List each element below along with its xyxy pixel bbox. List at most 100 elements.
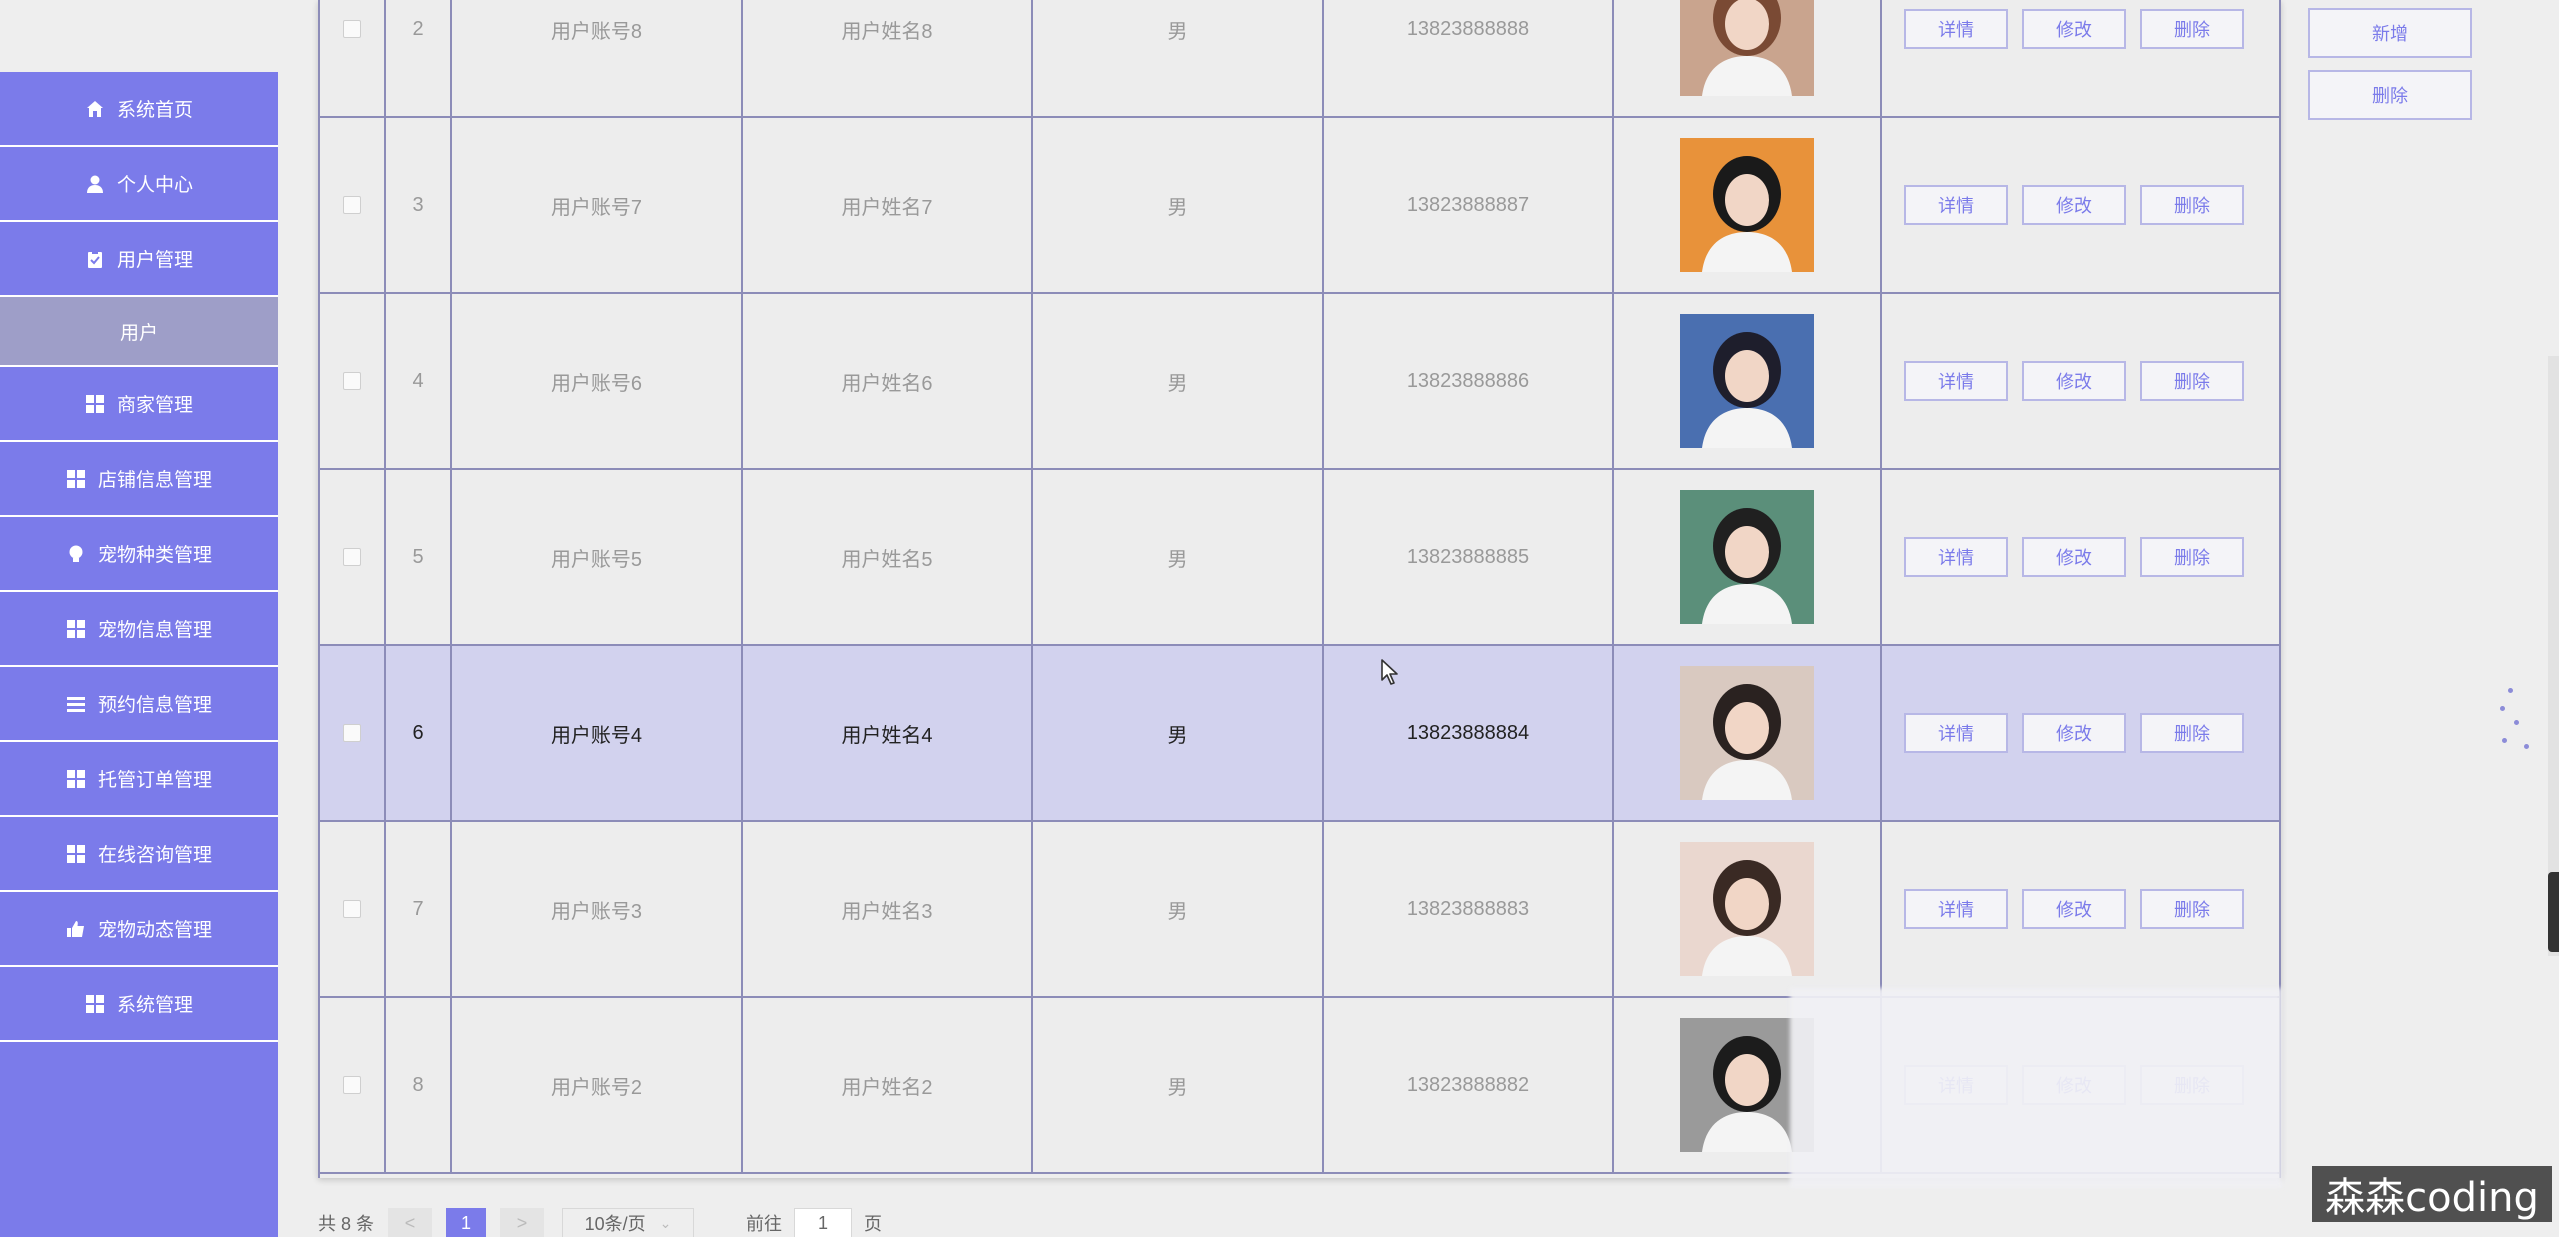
avatar <box>1680 666 1814 800</box>
user-name: 用户姓名6 <box>743 294 1033 468</box>
goto-page-input[interactable]: 1 <box>794 1208 853 1237</box>
sidebar-item[interactable]: 用户管理 <box>0 222 278 297</box>
row-checkbox[interactable] <box>343 372 361 390</box>
sidebar-item-label: 店铺信息管理 <box>97 470 212 491</box>
table-row[interactable]: 2 用户账号8 用户姓名8 男 13823888888 详情 修改 删除 <box>320 0 2279 118</box>
edit-button[interactable]: 修改 <box>2022 185 2126 225</box>
user-icon <box>85 174 105 194</box>
delete-button[interactable]: 删除 <box>2140 9 2244 49</box>
row-actions: 详情修改删除 <box>1882 118 2281 292</box>
avatar-cell <box>1614 822 1882 996</box>
row-index: 4 <box>386 294 452 468</box>
avatar-cell <box>1614 294 1882 468</box>
table-row[interactable]: 5 用户账号5 用户姓名5 男 13823888885 详情 修改 删除 <box>320 470 2279 646</box>
user-gender: 男 <box>1033 470 1324 644</box>
sidebar-item[interactable]: 预约信息管理 <box>0 667 278 742</box>
sidebar-item-label: 宠物动态管理 <box>97 920 212 941</box>
sidebar-item[interactable]: 个人中心 <box>0 147 278 222</box>
edit-button[interactable]: 修改 <box>2022 361 2126 401</box>
sidebar-item[interactable]: 宠物种类管理 <box>0 517 278 592</box>
page-number-button[interactable]: 1 <box>446 1208 487 1237</box>
edit-button[interactable]: 修改 <box>2022 889 2126 929</box>
sidebar-item-label: 用户 <box>119 322 158 344</box>
sidebar-item[interactable]: 用户 <box>0 297 278 367</box>
edit-button[interactable]: 修改 <box>2022 537 2126 577</box>
row-checkbox[interactable] <box>343 548 361 566</box>
checkbox-cell <box>320 294 386 468</box>
detail-button[interactable]: 详情 <box>1904 361 2008 401</box>
scrollbar-thumb[interactable] <box>2548 872 2559 952</box>
sidebar-item[interactable]: 系统首页 <box>0 72 278 147</box>
detail-button[interactable]: 详情 <box>1904 185 2008 225</box>
row-checkbox[interactable] <box>343 1076 361 1094</box>
sidebar-item-label: 托管订单管理 <box>97 770 212 791</box>
delete-button[interactable]: 删除 <box>2140 361 2244 401</box>
add-button[interactable]: 新增 <box>2308 8 2472 58</box>
mouse-cursor-icon <box>1380 658 1402 691</box>
prev-page-button[interactable]: < <box>388 1208 433 1237</box>
delete-button[interactable]: 删除 <box>2140 537 2244 577</box>
sidebar-item[interactable]: 宠物信息管理 <box>0 592 278 667</box>
sidebar-item[interactable]: 宠物动态管理 <box>0 892 278 967</box>
sidebar-item[interactable]: 在线咨询管理 <box>0 817 278 892</box>
detail-button[interactable]: 详情 <box>1904 537 2008 577</box>
clipboard-icon <box>85 249 105 269</box>
avatar-cell <box>1614 470 1882 644</box>
watermark: 森森coding <box>2312 1166 2552 1222</box>
grid-icon <box>66 769 86 789</box>
next-page-button[interactable]: > <box>500 1208 545 1237</box>
goto-suffix: 页 <box>864 1214 883 1234</box>
sidebar-item-label: 商家管理 <box>116 395 193 416</box>
table-row[interactable]: 7 用户账号3 用户姓名3 男 13823888883 详情 修改 删除 <box>320 822 2279 998</box>
checkbox-cell <box>320 998 386 1172</box>
row-index: 5 <box>386 470 452 644</box>
user-account: 用户账号4 <box>452 646 743 820</box>
row-checkbox[interactable] <box>343 724 361 742</box>
delete-button[interactable]: 删除 <box>2140 185 2244 225</box>
user-gender: 男 <box>1033 646 1324 820</box>
user-name: 用户姓名2 <box>743 998 1033 1172</box>
detail-button[interactable]: 详情 <box>1904 9 2008 49</box>
detail-button[interactable]: 详情 <box>1904 713 2008 753</box>
user-phone: 13823888884 <box>1324 646 1614 820</box>
sidebar-item[interactable]: 商家管理 <box>0 367 278 442</box>
delete-button[interactable]: 删除 <box>2140 889 2244 929</box>
sidebar-item-label: 个人中心 <box>116 175 193 196</box>
sidebar-item-label: 宠物种类管理 <box>97 545 212 566</box>
thumb-icon <box>66 919 86 939</box>
grid-icon <box>85 994 105 1014</box>
sidebar-item[interactable]: 店铺信息管理 <box>0 442 278 517</box>
table-row[interactable]: 4 用户账号6 用户姓名6 男 13823888886 详情 修改 删除 <box>320 294 2279 470</box>
sidebar-item[interactable]: 系统管理 <box>0 967 278 1042</box>
user-phone: 13823888886 <box>1324 294 1614 468</box>
user-name: 用户姓名3 <box>743 822 1033 996</box>
row-actions: 详情修改删除 <box>1882 646 2281 820</box>
detail-button[interactable]: 详情 <box>1904 889 2008 929</box>
user-gender: 男 <box>1033 0 1324 116</box>
user-phone: 13823888883 <box>1324 822 1614 996</box>
row-checkbox[interactable] <box>343 900 361 918</box>
table-row[interactable]: 6 用户账号4 用户姓名4 男 13823888884 详情 修改 删除 <box>320 646 2279 822</box>
edit-button[interactable]: 修改 <box>2022 9 2126 49</box>
table-row[interactable]: 3 用户账号7 用户姓名7 男 13823888887 详情 修改 删除 <box>320 118 2279 294</box>
pagination: 共 8 条 < 1 > 10条/页 ⌄ 前往 1 页 <box>318 1208 882 1237</box>
grid-icon <box>66 469 86 489</box>
page-size-value: 10条/页 <box>584 1214 646 1234</box>
batch-delete-button[interactable]: 删除 <box>2308 70 2472 120</box>
page-size-select[interactable]: 10条/页 ⌄ <box>562 1208 695 1237</box>
sidebar-item-label: 在线咨询管理 <box>97 845 212 866</box>
checkbox-cell <box>320 118 386 292</box>
scrollbar-track[interactable] <box>2548 356 2559 956</box>
delete-button[interactable]: 删除 <box>2140 713 2244 753</box>
user-gender: 男 <box>1033 822 1324 996</box>
edit-button[interactable]: 修改 <box>2022 713 2126 753</box>
row-checkbox[interactable] <box>343 20 361 38</box>
row-actions: 详情修改删除 <box>1882 0 2281 116</box>
row-checkbox[interactable] <box>343 196 361 214</box>
avatar <box>1680 0 1814 96</box>
sidebar-item[interactable]: 托管订单管理 <box>0 742 278 817</box>
row-actions: 详情修改删除 <box>1882 470 2281 644</box>
avatar-cell <box>1614 646 1882 820</box>
user-account: 用户账号6 <box>452 294 743 468</box>
grid-icon <box>66 619 86 639</box>
